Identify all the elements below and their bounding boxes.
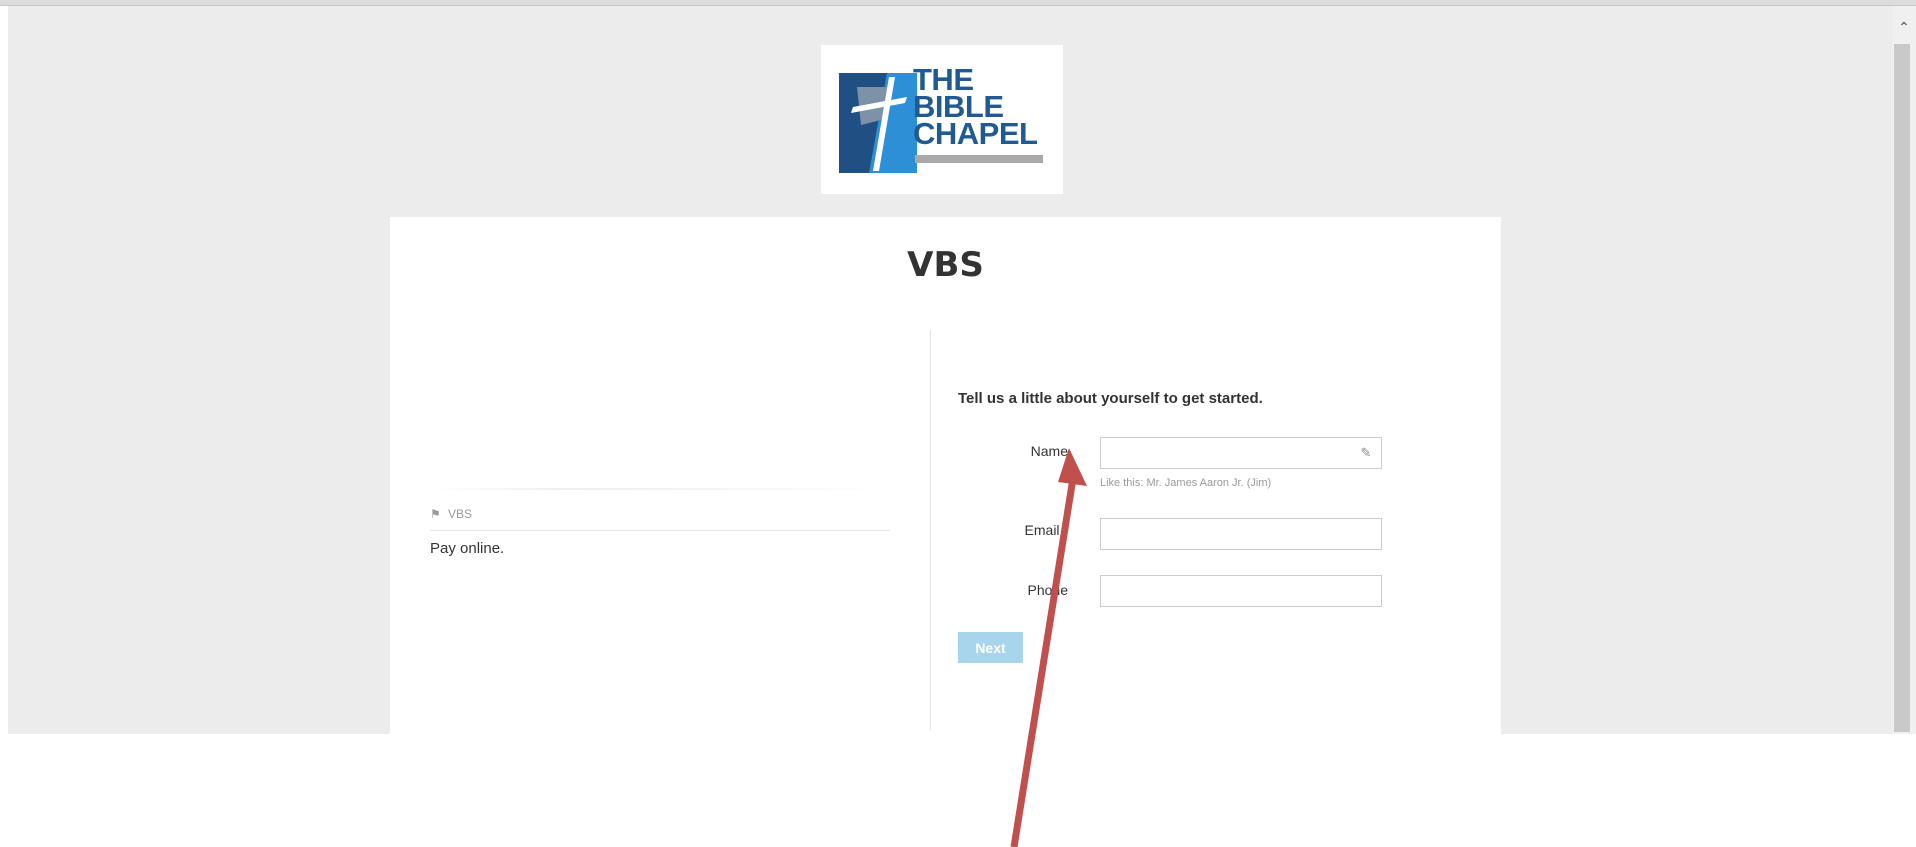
next-button[interactable]: Next bbox=[958, 632, 1023, 663]
logo-wordmark: THE BIBLE CHAPEL bbox=[913, 64, 1038, 151]
edit-icon: ✎ bbox=[1360, 446, 1372, 461]
email-label: Email * bbox=[918, 522, 1068, 538]
church-logo: THE BIBLE CHAPEL bbox=[821, 45, 1063, 194]
form-heading: Tell us a little about yourself to get s… bbox=[958, 390, 1263, 407]
page-title: VBS bbox=[907, 245, 984, 285]
tag-label[interactable]: VBS bbox=[448, 507, 472, 521]
required-indicator: * bbox=[1062, 522, 1068, 538]
email-label-text: Email bbox=[1024, 522, 1060, 538]
name-help-text: Like this: Mr. James Aaron Jr. (Jim) bbox=[1100, 477, 1272, 489]
phone-label: Phone bbox=[918, 582, 1068, 598]
logo-line-chapel: CHAPEL bbox=[913, 116, 1038, 151]
vertical-scrollbar[interactable]: ⌃ bbox=[1892, 6, 1916, 734]
phone-label-text: Phone bbox=[1027, 582, 1068, 598]
phone-field[interactable] bbox=[1100, 575, 1382, 607]
name-label-text: Name bbox=[1030, 443, 1068, 459]
event-image bbox=[430, 330, 890, 492]
chevron-up-icon[interactable]: ⌃ bbox=[1892, 20, 1916, 36]
registration-card: VBS ⚑ VBS Pay online. Tell us a little ab… bbox=[390, 217, 1501, 737]
logo-tagline bbox=[915, 155, 1043, 163]
event-info-panel: ⚑ VBS Pay online. bbox=[430, 330, 890, 630]
tag-row: ⚑ VBS bbox=[430, 504, 890, 531]
name-label: Name bbox=[918, 443, 1068, 459]
name-field[interactable] bbox=[1100, 437, 1382, 469]
scrollbar-thumb[interactable] bbox=[1894, 44, 1910, 732]
logo-cross-icon bbox=[839, 73, 917, 173]
event-image-edge bbox=[430, 488, 890, 490]
tag-icon: ⚑ bbox=[430, 507, 441, 521]
email-field[interactable] bbox=[1100, 518, 1382, 550]
event-description: Pay online. bbox=[430, 540, 505, 557]
